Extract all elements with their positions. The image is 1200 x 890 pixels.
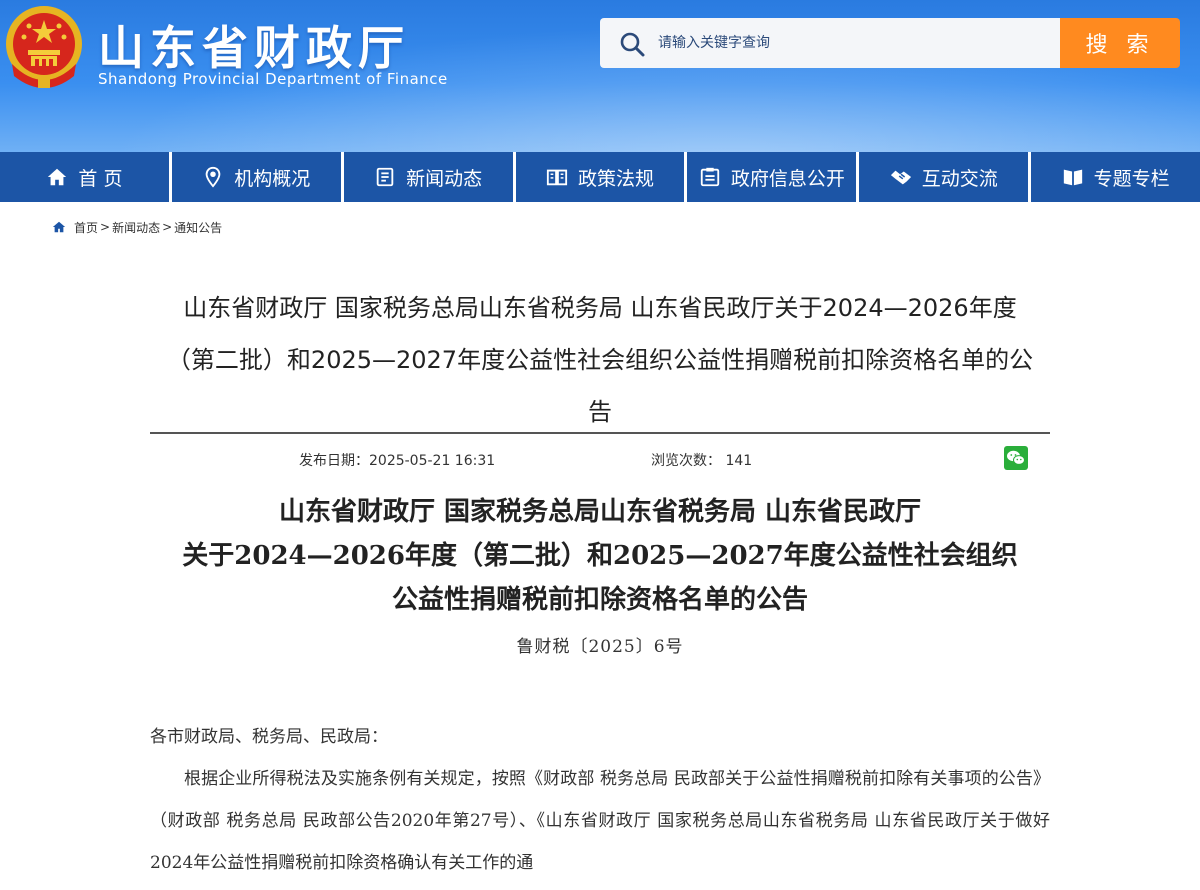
- nav-item-label: 专题专栏: [1093, 167, 1170, 190]
- search-input[interactable]: [658, 28, 1048, 58]
- nav-item-label: 机构概况: [234, 167, 311, 190]
- nav-item-label: 政府信息公开: [730, 167, 845, 190]
- view-count-value: 141: [725, 453, 753, 469]
- site-subtitle: Shandong Provincial Department of Financ…: [98, 70, 448, 88]
- publish-date-value: 2025-05-21 16:31: [369, 453, 496, 469]
- nav-item-news[interactable]: 新闻动态: [344, 152, 516, 202]
- salutation: 各市财政局、税务局、民政局：: [150, 727, 388, 747]
- main-nav: 首 页 机构概况 新闻动态 政策法规 政府信息公开 互动交流 专题专栏: [0, 152, 1200, 202]
- document-title-line: 山东省财政厅 国家税务总局山东省税务局 山东省民政厅: [278, 497, 922, 527]
- nav-item-label: 首 页: [78, 167, 123, 190]
- document-number: 鲁财税〔2025〕6号: [516, 637, 684, 657]
- page-title: 山东省财政厅 国家税务总局山东省税务局 山东省民政厅关于2024—2026年度（…: [166, 294, 1034, 426]
- breadcrumb-separator: >: [162, 220, 173, 234]
- view-count: 浏览次数： 141: [651, 450, 752, 470]
- nav-item-gov-info[interactable]: 政府信息公开: [687, 152, 860, 202]
- info-board-icon: [700, 167, 720, 187]
- document-title: 山东省财政厅 国家税务总局山东省税务局 山东省民政厅 关于2024—2026年度…: [150, 490, 1050, 622]
- search-box: [600, 18, 1060, 68]
- title-divider: [150, 432, 1050, 434]
- news-icon: [376, 167, 394, 187]
- view-count-label: 浏览次数：: [651, 453, 721, 469]
- document-title-line: 公益性捐赠税前扣除资格名单的公告: [391, 585, 808, 615]
- nav-item-label: 政策法规: [578, 167, 655, 190]
- search-icon: [620, 32, 645, 57]
- search-button[interactable]: 搜 索: [1060, 18, 1180, 68]
- nav-item-topics[interactable]: 专题专栏: [1031, 152, 1200, 202]
- nav-item-home[interactable]: 首 页: [0, 152, 172, 202]
- nav-item-interaction[interactable]: 互动交流: [859, 152, 1032, 202]
- publish-date: 发布日期：2025-05-21 16:31: [299, 450, 495, 470]
- body-paragraph: 根据企业所得税法及实施条例有关规定，按照《财政部 税务总局 民政部关于公益性捐赠…: [150, 769, 1050, 873]
- breadcrumb: 首页 > 新闻动态 > 通知公告: [52, 218, 222, 236]
- home-icon: [52, 221, 66, 233]
- wechat-share-icon[interactable]: [1004, 446, 1028, 470]
- nav-item-label: 互动交流: [921, 167, 998, 190]
- location-pin-icon: [205, 166, 221, 188]
- breadcrumb-separator: >: [100, 220, 111, 234]
- home-icon: [48, 168, 67, 186]
- book-icon: [546, 169, 568, 186]
- open-book-icon: [1063, 169, 1082, 186]
- breadcrumb-link-home[interactable]: 首页: [74, 219, 98, 236]
- site-title[interactable]: 山东省财政厅: [98, 12, 410, 78]
- document-title-line: 关于2024—2026年度（第二批）和2025—2027年度公益性社会组织: [182, 541, 1018, 571]
- site-header: 山东省财政厅 Shandong Provincial Department of…: [0, 0, 1200, 152]
- handshake-icon: [890, 170, 911, 185]
- breadcrumb-link-notices[interactable]: 通知公告: [174, 219, 222, 236]
- article-body: 各市财政局、税务局、民政局： 根据企业所得税法及实施条例有关规定，按照《财政部 …: [150, 716, 1050, 884]
- breadcrumb-link-news[interactable]: 新闻动态: [112, 219, 160, 236]
- national-emblem-icon[interactable]: [4, 4, 84, 90]
- publish-date-label: 发布日期：: [299, 453, 369, 469]
- nav-item-policy[interactable]: 政策法规: [516, 152, 688, 202]
- nav-item-about[interactable]: 机构概况: [172, 152, 344, 202]
- nav-item-label: 新闻动态: [406, 167, 483, 190]
